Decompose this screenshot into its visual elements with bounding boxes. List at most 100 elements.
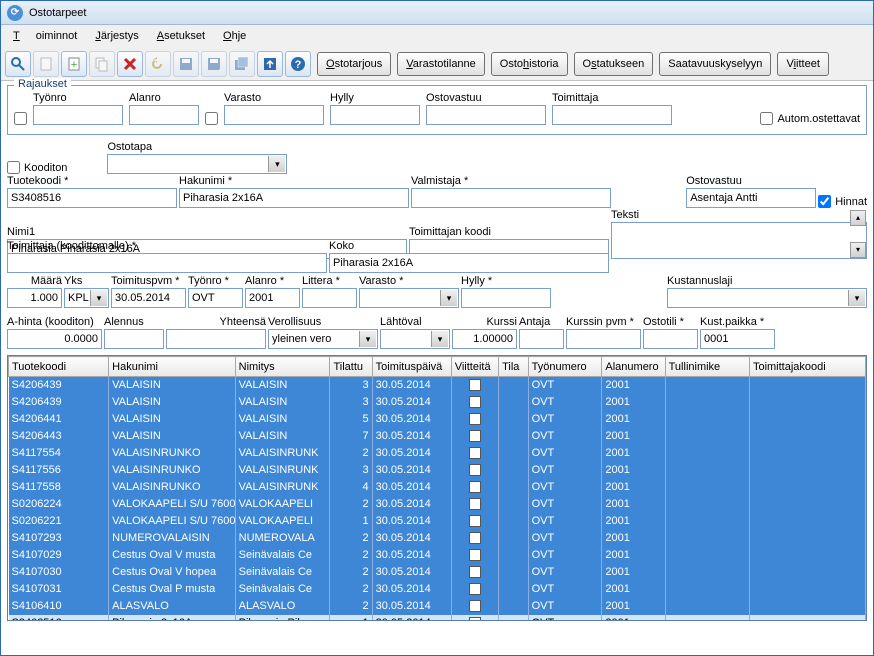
nimi1-label: Nimi1 [7, 226, 407, 238]
table-row[interactable]: S4206439VALAISINVALAISIN330.05.2014OVT20… [9, 394, 866, 411]
data-grid[interactable]: TuotekoodiHakunimiNimitysTilattuToimitus… [7, 355, 867, 621]
saatavuuskyselyyn-button[interactable]: Saatavuuskyselyyn [659, 52, 771, 76]
lahtoval-select[interactable] [380, 329, 450, 349]
ostohistoria-button[interactable]: Ostohistoria [491, 52, 568, 76]
help-icon[interactable]: ? [285, 51, 311, 77]
hakunimi-input[interactable] [179, 188, 409, 208]
ostatukseen-button[interactable]: Ostatukseen [574, 52, 654, 76]
toimittaja-filter-input[interactable] [552, 105, 672, 125]
kooditon-check[interactable] [7, 161, 20, 174]
scroll-up-icon[interactable]: ▴ [850, 210, 866, 226]
tyonro-input[interactable] [188, 288, 243, 308]
varastotilanne-button[interactable]: Varastotilanne [397, 52, 485, 76]
varasto-filter-check[interactable] [205, 112, 218, 125]
verollisuus-select[interactable]: yleinen vero [268, 329, 378, 349]
add-icon[interactable]: + [61, 51, 87, 77]
kustpaikka-input[interactable] [700, 329, 775, 349]
table-row[interactable]: S4117554VALAISINRUNKOVALAISINRUNK230.05.… [9, 445, 866, 462]
ostotarjous-button[interactable]: Ostotarjous [317, 52, 391, 76]
kurssi-input[interactable] [452, 329, 517, 349]
kustannuslaji-label: Kustannuslaji [667, 275, 867, 287]
table-row[interactable]: S0206224VALOKAAPELI S/U 76000VALOKAAPELI… [9, 496, 866, 513]
koko-label: Koko [329, 240, 609, 252]
grid-header[interactable]: Nimitys [235, 357, 330, 377]
ostotili-label: Ostotili * [643, 316, 698, 328]
hylly-input[interactable] [461, 288, 551, 308]
varasto-select[interactable] [359, 288, 459, 308]
toimituspvm-input[interactable] [111, 288, 186, 308]
tyonro-filter-input[interactable] [33, 105, 123, 125]
save-all-icon[interactable] [229, 51, 255, 77]
new-doc-icon[interactable] [33, 51, 59, 77]
hakunimi-label: Hakunimi * [179, 175, 409, 187]
titlebar: ⟳ Ostotarpeet [1, 1, 873, 25]
table-row[interactable]: S4206441VALAISINVALAISIN530.05.2014OVT20… [9, 411, 866, 428]
alanro-label: Alanro * [245, 275, 300, 287]
toimittaja-kooditon-input[interactable] [7, 253, 327, 273]
valmistaja-label: Valmistaja * [411, 175, 611, 187]
grid-header[interactable]: Tilattu [330, 357, 372, 377]
antaja-input[interactable] [519, 329, 564, 349]
littera-label: Littera * [302, 275, 357, 287]
maara-label: Määrä [7, 275, 62, 287]
table-row[interactable]: S3408516Piharasia 2x16APiharasia Pihar13… [9, 615, 866, 622]
ostovastuu2-input[interactable] [686, 188, 816, 208]
copy-icon[interactable] [89, 51, 115, 77]
table-row[interactable]: S4106410ALASVALOALASVALO230.05.2014OVT20… [9, 598, 866, 615]
yhteensa-input[interactable] [166, 329, 266, 349]
kustannuslaji-select[interactable] [667, 288, 867, 308]
grid-header[interactable]: Työnumero [528, 357, 602, 377]
alennus-input[interactable] [104, 329, 164, 349]
alanro-input[interactable] [245, 288, 300, 308]
ostovastuu-filter-input[interactable] [426, 105, 546, 125]
hinnat-check[interactable] [818, 195, 831, 208]
koko-input[interactable] [329, 253, 609, 273]
menu-toiminnot[interactable]: Toiminnot [5, 28, 85, 44]
table-row[interactable]: S4107293NUMEROVALAISINNUMEROVALA230.05.2… [9, 530, 866, 547]
scroll-down-icon[interactable]: ▾ [850, 242, 866, 258]
tuotekoodi-input[interactable] [7, 188, 177, 208]
kurssi-label: Kurssi [452, 316, 517, 328]
grid-header[interactable]: Tullinimike [665, 357, 749, 377]
refresh-icon[interactable] [257, 51, 283, 77]
grid-header[interactable]: Tuotekoodi [9, 357, 109, 377]
table-row[interactable]: S4107029Cestus Oval V mustaSeinävalais C… [9, 547, 866, 564]
antaja-label: Antaja [519, 316, 564, 328]
yks-select[interactable]: KPL [64, 288, 109, 308]
grid-header[interactable]: Viitteitä [451, 357, 498, 377]
valmistaja-input[interactable] [411, 188, 611, 208]
undo-icon[interactable] [145, 51, 171, 77]
table-row[interactable]: S4206443VALAISINVALAISIN730.05.2014OVT20… [9, 428, 866, 445]
menu-jarjestys[interactable]: Järjestys [87, 28, 146, 44]
teksti-input[interactable] [611, 222, 867, 259]
ostotili-input[interactable] [643, 329, 698, 349]
table-row[interactable]: S4107030Cestus Oval V hopeaSeinävalais C… [9, 564, 866, 581]
grid-header[interactable]: Alanumero [602, 357, 665, 377]
save-icon[interactable] [173, 51, 199, 77]
grid-header[interactable]: Toimituspäivä [372, 357, 451, 377]
delete-icon[interactable] [117, 51, 143, 77]
alanro-filter-input[interactable] [129, 105, 199, 125]
maara-input[interactable] [7, 288, 62, 308]
save-as-icon[interactable]: … [201, 51, 227, 77]
viitteet-button[interactable]: Viitteet [777, 52, 828, 76]
grid-header[interactable]: Tila [499, 357, 529, 377]
table-row[interactable]: S4206439VALAISINVALAISIN330.05.2014OVT20… [9, 377, 866, 394]
ostotapa-select[interactable] [107, 154, 287, 174]
varasto-filter-input[interactable] [224, 105, 324, 125]
menu-ohje[interactable]: Ohje [215, 28, 254, 44]
tyonro-filter-check[interactable] [14, 112, 27, 125]
table-row[interactable]: S4117556VALAISINRUNKOVALAISINRUNK330.05.… [9, 462, 866, 479]
grid-header[interactable]: Hakunimi [109, 357, 235, 377]
table-row[interactable]: S4117558VALAISINRUNKOVALAISINRUNK430.05.… [9, 479, 866, 496]
autom-ostettavat-check[interactable] [760, 112, 773, 125]
hylly-filter-input[interactable] [330, 105, 420, 125]
ahinta-input[interactable] [7, 329, 102, 349]
menu-asetukset[interactable]: Asetukset [149, 28, 213, 44]
grid-header[interactable]: Toimittajakoodi [749, 357, 865, 377]
search-icon[interactable] [5, 51, 31, 77]
kurssinpvm-input[interactable] [566, 329, 641, 349]
table-row[interactable]: S0206221VALOKAAPELI S/U 76003VALOKAAPELI… [9, 513, 866, 530]
table-row[interactable]: S4107031Cestus Oval P mustaSeinävalais C… [9, 581, 866, 598]
littera-input[interactable] [302, 288, 357, 308]
